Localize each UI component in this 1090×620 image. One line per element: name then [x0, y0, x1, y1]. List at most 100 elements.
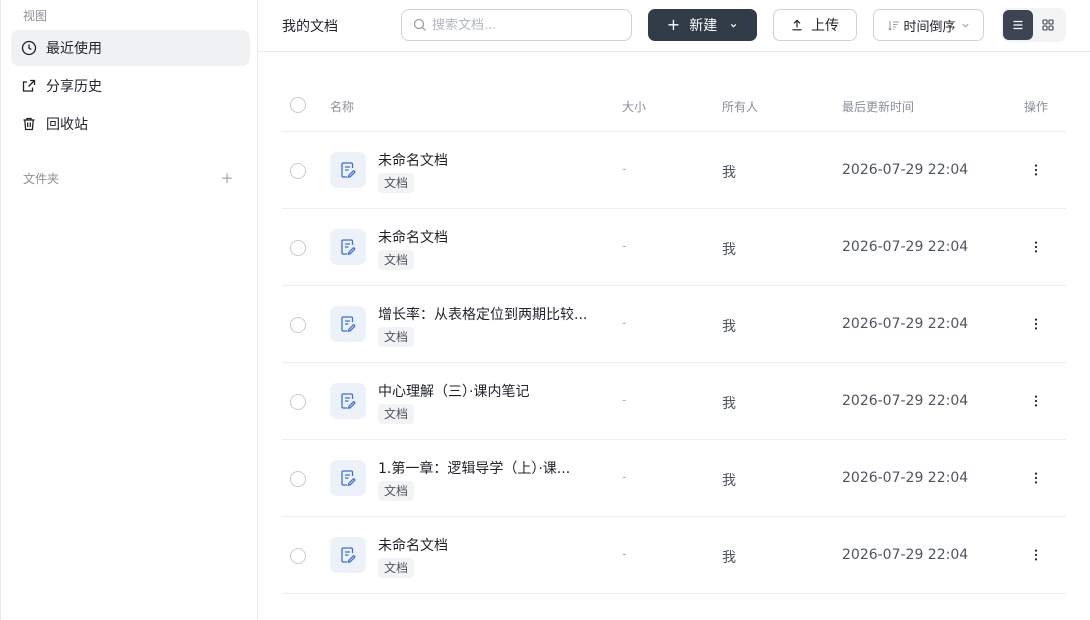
new-button-label: 新建: [689, 18, 718, 34]
sidebar-item-recent[interactable]: 最近使用: [11, 30, 250, 66]
search-icon: [413, 18, 426, 31]
document-updated-time: 2026-07-29 22:04: [842, 316, 969, 332]
more-actions-button[interactable]: [1026, 237, 1046, 257]
view-section-label: 视图: [23, 9, 48, 23]
document-owner: 我: [722, 550, 736, 566]
row-checkbox[interactable]: [290, 163, 306, 179]
document-name[interactable]: 1.第一章：逻辑导学（上）·课...: [378, 458, 570, 478]
document-updated-time: 2026-07-29 22:04: [842, 547, 969, 563]
table-row[interactable]: 未命名文档 文档 - 我 2026-07-29 22:04: [282, 209, 1066, 286]
page-title: 我的文档: [282, 19, 338, 35]
document-icon: [330, 152, 366, 188]
document-type-tag: 文档: [378, 173, 415, 193]
document-owner: 我: [722, 165, 736, 181]
column-header-updated: 最后更新时间: [842, 100, 915, 114]
column-header-owner: 所有人: [722, 100, 759, 114]
chevron-down-icon: [731, 23, 737, 28]
document-icon: [330, 306, 366, 342]
document-size: -: [622, 162, 627, 177]
more-vertical-icon: [1034, 241, 1038, 253]
row-checkbox[interactable]: [290, 240, 306, 256]
upload-button[interactable]: 上传: [773, 9, 857, 41]
clock-icon: [20, 39, 38, 57]
document-name[interactable]: 未命名文档: [378, 150, 448, 170]
share-icon: [20, 77, 38, 95]
upload-button-label: 上传: [811, 18, 839, 34]
table-row[interactable]: 1.第一章：逻辑导学（上）·课... 文档 - 我 2026-07-29 22:…: [282, 440, 1066, 517]
more-actions-button[interactable]: [1026, 160, 1046, 180]
grid-view-button[interactable]: [1033, 10, 1063, 40]
document-updated-time: 2026-07-29 22:04: [842, 162, 969, 178]
list-view-button[interactable]: [1003, 10, 1033, 40]
sort-icon: [888, 20, 900, 31]
sort-label: 时间倒序: [903, 19, 956, 35]
sidebar-item-share-history[interactable]: 分享历史: [11, 68, 250, 104]
document-size: -: [622, 470, 627, 485]
document-icon: [330, 460, 366, 496]
upload-icon: [792, 19, 802, 31]
document-name[interactable]: 未命名文档: [378, 535, 448, 555]
new-button[interactable]: + 新建: [648, 9, 757, 41]
document-icon: [330, 537, 366, 573]
view-toggle: [1001, 8, 1066, 42]
document-owner: 我: [722, 473, 736, 489]
document-type-tag: 文档: [378, 481, 415, 501]
chevron-down-icon: [961, 23, 969, 28]
more-vertical-icon: [1034, 318, 1038, 330]
document-type-tag: 文档: [378, 558, 415, 578]
more-vertical-icon: [1034, 549, 1038, 561]
sidebar: 视图 最近使用 分享历史 回收站 文件夹 +: [0, 0, 258, 620]
document-size: -: [622, 393, 627, 408]
documents-table: 名称 大小 所有人 最后更新时间 操作 未命名文档 文档 - 我 2026-07…: [282, 78, 1066, 594]
search-input[interactable]: [432, 17, 622, 33]
document-updated-time: 2026-07-29 22:04: [842, 470, 969, 486]
grid-icon: [1042, 19, 1054, 31]
table-row[interactable]: 未命名文档 文档 - 我 2026-07-29 22:04: [282, 132, 1066, 209]
row-checkbox[interactable]: [290, 394, 306, 410]
add-folder-button[interactable]: +: [219, 168, 235, 188]
search-box: [401, 9, 632, 41]
header: 我的文档 + 新建 上传 时间倒序: [258, 0, 1090, 52]
document-name[interactable]: 中心理解（三）·课内笔记: [378, 381, 529, 401]
sidebar-item-label: 回收站: [46, 117, 88, 133]
more-vertical-icon: [1034, 164, 1038, 176]
document-icon: [330, 383, 366, 419]
more-vertical-icon: [1034, 395, 1038, 407]
more-actions-button[interactable]: [1026, 391, 1046, 411]
more-vertical-icon: [1034, 472, 1038, 484]
row-checkbox[interactable]: [290, 548, 306, 564]
document-updated-time: 2026-07-29 22:04: [842, 393, 969, 409]
sidebar-item-label: 分享历史: [46, 79, 102, 95]
document-type-tag: 文档: [378, 250, 415, 270]
table-header: 名称 大小 所有人 最后更新时间 操作: [282, 78, 1066, 132]
document-type-tag: 文档: [378, 404, 415, 424]
document-size: -: [622, 316, 627, 331]
document-name[interactable]: 增长率：从表格定位到两期比较...: [378, 304, 587, 324]
sidebar-item-label: 最近使用: [46, 41, 102, 57]
document-owner: 我: [722, 242, 736, 258]
app: 视图 最近使用 分享历史 回收站 文件夹 + 我的文档 搜索文档... + 新建…: [0, 0, 1090, 620]
column-header-actions: 操作: [1024, 100, 1049, 114]
row-checkbox[interactable]: [290, 317, 306, 333]
document-size: -: [622, 239, 627, 254]
table-row[interactable]: 未命名文档 文档 - 我 2026-07-29 22:04: [282, 517, 1066, 594]
list-icon: [1013, 20, 1023, 30]
row-checkbox[interactable]: [290, 471, 306, 487]
trash-icon: [20, 115, 38, 133]
select-all-checkbox[interactable]: [290, 97, 306, 113]
document-type-tag: 文档: [378, 327, 415, 347]
more-actions-button[interactable]: [1026, 468, 1046, 488]
document-owner: 我: [722, 396, 736, 412]
more-actions-button[interactable]: [1026, 314, 1046, 334]
document-updated-time: 2026-07-29 22:04: [842, 239, 969, 255]
sidebar-item-trash[interactable]: 回收站: [11, 106, 250, 142]
document-name[interactable]: 未命名文档: [378, 227, 448, 247]
more-actions-button[interactable]: [1026, 545, 1046, 565]
document-size: -: [622, 547, 627, 562]
table-row[interactable]: 中心理解（三）·课内笔记 文档 - 我 2026-07-29 22:04: [282, 363, 1066, 440]
document-icon: [330, 229, 366, 265]
column-header-size: 大小: [622, 100, 647, 114]
sort-select[interactable]: 时间倒序: [873, 9, 984, 41]
table-row[interactable]: 增长率：从表格定位到两期比较... 文档 - 我 2026-07-29 22:0…: [282, 286, 1066, 363]
column-header-name: 名称: [330, 100, 355, 114]
